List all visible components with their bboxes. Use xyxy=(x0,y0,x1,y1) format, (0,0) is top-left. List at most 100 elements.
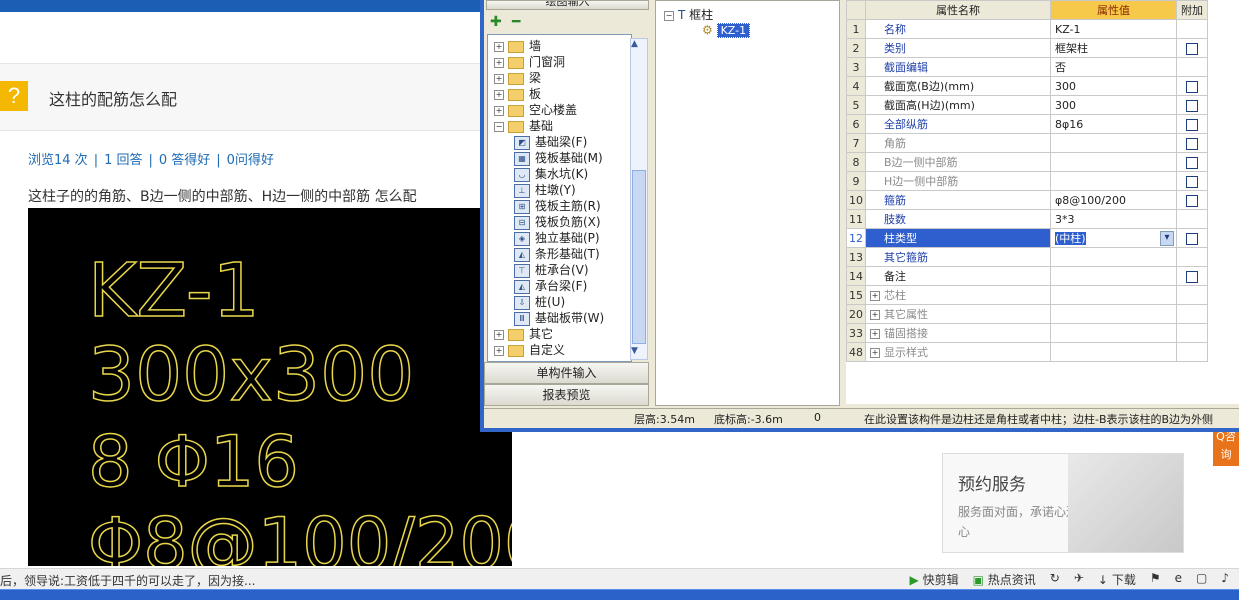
tree-item[interactable]: ⇩ 桩(U) xyxy=(514,294,565,310)
stat-answers[interactable]: 1 回答 xyxy=(104,153,142,168)
extra-checkbox[interactable] xyxy=(1186,137,1198,150)
qq-consult-tab[interactable]: Q咨询 xyxy=(1213,428,1239,466)
extra-checkbox[interactable] xyxy=(1186,194,1198,207)
property-row[interactable]: 11 肢数 3*3 xyxy=(846,209,1208,229)
tree-item[interactable]: + 其它 xyxy=(494,326,553,342)
tree-item[interactable]: ◩ 基础梁(F) xyxy=(514,134,587,150)
tree-item[interactable]: ⊞ 筏板主筋(R) xyxy=(514,198,601,214)
property-value[interactable] xyxy=(1050,342,1177,362)
property-row[interactable]: 5 截面高(H边)(mm) 300 xyxy=(846,95,1208,115)
refresh-icon[interactable]: ↻ xyxy=(1050,571,1060,588)
collapse-all-icon[interactable]: ━ xyxy=(512,14,520,30)
tree-item[interactable]: + 门窗洞 xyxy=(494,54,565,70)
tree-item[interactable]: + 自定义 xyxy=(494,342,565,358)
flag-icon[interactable]: ⚑ xyxy=(1150,571,1161,588)
tree-item[interactable]: ⊤ 桩承台(V) xyxy=(514,262,589,278)
download-button[interactable]: ↓ 下载 xyxy=(1098,571,1136,588)
property-row[interactable]: 9 H边一侧中部筋 xyxy=(846,171,1208,191)
extra-checkbox[interactable] xyxy=(1186,232,1198,245)
volume-icon[interactable]: ♪ xyxy=(1221,571,1229,588)
component-root[interactable]: − T 框柱 xyxy=(664,6,713,23)
property-row[interactable]: 15 + 芯柱 xyxy=(846,285,1208,305)
tree-scrollbar-thumb[interactable] xyxy=(632,170,646,344)
tree-item[interactable]: Ⅲ 基础板带(W) xyxy=(514,310,604,326)
tree-item[interactable]: ◈ 独立基础(P) xyxy=(514,230,600,246)
property-value[interactable] xyxy=(1050,152,1177,172)
property-row[interactable]: 3 截面编辑 否 xyxy=(846,57,1208,77)
tree-item[interactable]: + 板 xyxy=(494,86,541,102)
extra-checkbox[interactable] xyxy=(1186,118,1198,131)
tab-draw-input[interactable]: 绘图输入 xyxy=(486,0,649,10)
property-value[interactable] xyxy=(1050,285,1177,305)
property-row[interactable]: 48 + 显示样式 xyxy=(846,342,1208,362)
expand-icon[interactable]: + xyxy=(494,105,504,116)
property-row[interactable]: 2 类别 框架柱 xyxy=(846,38,1208,58)
property-row[interactable]: 7 角筋 xyxy=(846,133,1208,153)
property-value[interactable]: 否 xyxy=(1050,57,1177,77)
extra-checkbox[interactable] xyxy=(1186,156,1198,169)
news-ticker[interactable]: 后，领导说:工资低于四千的可以走了，因为接... xyxy=(0,572,256,589)
property-value[interactable]: 8φ16 xyxy=(1050,114,1177,134)
expand-icon[interactable]: + xyxy=(870,329,880,339)
property-row[interactable]: 33 + 锚固搭接 xyxy=(846,323,1208,343)
expand-icon[interactable]: + xyxy=(494,73,504,84)
extra-checkbox[interactable] xyxy=(1186,80,1198,93)
scroll-up-icon[interactable]: ▲ xyxy=(631,39,638,49)
property-value[interactable] xyxy=(1050,133,1177,153)
expand-icon[interactable]: + xyxy=(494,329,504,340)
property-row[interactable]: 12 柱类型 ▾ (中柱) xyxy=(846,228,1208,248)
property-row[interactable]: 4 截面宽(B边)(mm) 300 xyxy=(846,76,1208,96)
property-row[interactable]: 8 B边一侧中部筋 xyxy=(846,152,1208,172)
tree-item[interactable]: ◭ 承台梁(F) xyxy=(514,278,587,294)
property-value[interactable] xyxy=(1050,323,1177,343)
expand-icon[interactable]: + xyxy=(494,89,504,100)
tree-item[interactable]: − 基础 xyxy=(494,118,553,134)
expand-icon[interactable]: + xyxy=(494,345,504,356)
property-row[interactable]: 1 名称 KZ-1 xyxy=(846,19,1208,39)
expand-all-icon[interactable]: ✚ xyxy=(490,14,502,30)
property-row[interactable]: 20 + 其它属性 xyxy=(846,304,1208,324)
hot-news-button[interactable]: ▣ 热点资讯 xyxy=(973,571,1036,588)
single-component-input-button[interactable]: 单构件输入 xyxy=(484,362,649,384)
property-value[interactable]: 框架柱 xyxy=(1050,38,1177,58)
expand-icon[interactable]: + xyxy=(870,310,880,320)
property-row[interactable]: 6 全部纵筋 8φ16 xyxy=(846,114,1208,134)
expand-icon[interactable]: + xyxy=(494,57,504,68)
property-value[interactable]: φ8@100/200 xyxy=(1050,190,1177,210)
stat-good-answers[interactable]: 0 答得好 xyxy=(159,153,210,168)
tree-item[interactable]: ▦ 筏板基础(M) xyxy=(514,150,603,166)
tree-item[interactable]: + 梁 xyxy=(494,70,541,86)
collapse-icon[interactable]: − xyxy=(494,121,504,132)
property-value[interactable] xyxy=(1050,266,1177,286)
extra-checkbox[interactable] xyxy=(1186,42,1198,55)
report-preview-button[interactable]: 报表预览 xyxy=(484,384,649,406)
property-value[interactable] xyxy=(1050,304,1177,324)
property-row[interactable]: 14 备注 xyxy=(846,266,1208,286)
tree-item[interactable]: + 空心楼盖 xyxy=(494,102,577,118)
property-value[interactable]: 300 xyxy=(1050,76,1177,96)
extra-checkbox[interactable] xyxy=(1186,175,1198,188)
expand-icon[interactable]: + xyxy=(870,291,880,301)
quick-edit-button[interactable]: ▶ 快剪辑 xyxy=(910,571,959,588)
expand-icon[interactable]: + xyxy=(494,41,504,52)
tree-item[interactable]: ◡ 集水坑(K) xyxy=(514,166,588,182)
property-row[interactable]: 13 其它箍筋 xyxy=(846,247,1208,267)
extra-checkbox[interactable] xyxy=(1186,99,1198,112)
property-row[interactable]: 10 箍筋 φ8@100/200 xyxy=(846,190,1208,210)
property-value[interactable]: 3*3 xyxy=(1050,209,1177,229)
extra-checkbox[interactable] xyxy=(1186,270,1198,283)
service-ad[interactable]: 预约服务 服务面对面，承诺心连心 xyxy=(942,453,1184,553)
dropdown-arrow-icon[interactable]: ▾ xyxy=(1160,231,1174,246)
scroll-down-icon[interactable]: ▼ xyxy=(631,346,638,356)
window-icon[interactable]: ▢ xyxy=(1196,571,1207,588)
component-child[interactable]: ⚙ KZ-1 xyxy=(702,23,751,38)
collapse-icon[interactable]: − xyxy=(664,10,674,21)
tree-item[interactable]: + 墙 xyxy=(494,38,541,54)
ie-icon[interactable]: e xyxy=(1175,571,1182,588)
pin-icon[interactable]: ✈ xyxy=(1074,571,1084,588)
property-value[interactable]: KZ-1 xyxy=(1050,19,1177,39)
tree-item[interactable]: ◭ 条形基础(T) xyxy=(514,246,600,262)
property-value[interactable] xyxy=(1050,171,1177,191)
stat-views[interactable]: 浏览14 次 xyxy=(28,153,88,168)
tree-item[interactable]: ⊟ 筏板负筋(X) xyxy=(514,214,601,230)
